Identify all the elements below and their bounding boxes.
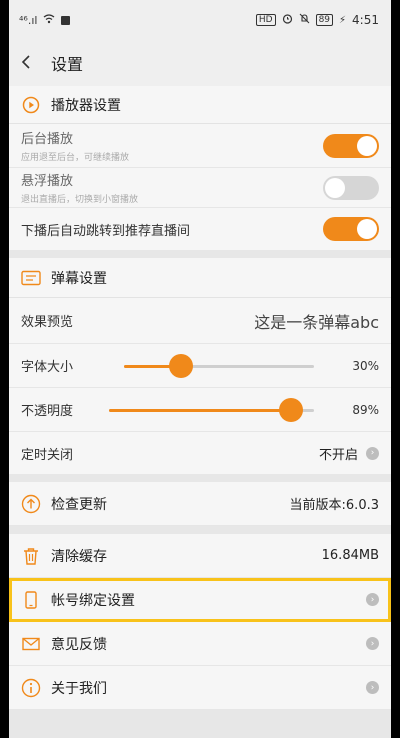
check-update-label: 检查更新 bbox=[51, 496, 107, 513]
timer-off-row[interactable]: 定时关闭 不开启 › bbox=[9, 432, 391, 474]
background-play-row: 后台播放 应用退至后台，可继续播放 bbox=[9, 124, 391, 168]
cache-size: 16.84MB bbox=[321, 548, 379, 563]
floating-play-toggle[interactable] bbox=[323, 175, 379, 200]
signal-text: ⁴⁶.ıl bbox=[19, 13, 38, 27]
account-binding-row[interactable]: 帐号绑定设置 › bbox=[9, 578, 391, 622]
alarm-icon bbox=[282, 13, 293, 27]
clock: 4:51 bbox=[352, 13, 379, 27]
background-play-desc: 应用退至后台，可继续播放 bbox=[21, 153, 130, 163]
mute-icon bbox=[299, 13, 310, 27]
info-icon bbox=[21, 678, 41, 698]
battery-indicator: 89 bbox=[315, 14, 334, 26]
status-bar: ⁴⁶.ıl HD 89 ⚡ 4:51 bbox=[9, 0, 391, 40]
about-label: 关于我们 bbox=[51, 680, 107, 697]
hd-badge: HD bbox=[255, 14, 276, 26]
charging-icon: ⚡ bbox=[339, 14, 347, 26]
font-size-value: 30% bbox=[352, 358, 379, 373]
player-settings-title: 播放器设置 bbox=[51, 97, 121, 114]
divider bbox=[9, 250, 391, 258]
opacity-slider[interactable] bbox=[109, 398, 314, 422]
preview-label: 效果预览 bbox=[21, 315, 74, 330]
preview-text: 这是一条弹幕abc bbox=[254, 312, 379, 332]
clear-cache-label: 清除缓存 bbox=[51, 548, 107, 565]
opacity-slider-thumb[interactable] bbox=[279, 398, 304, 422]
danmaku-icon bbox=[21, 268, 41, 288]
font-size-slider[interactable] bbox=[124, 354, 314, 378]
auto-jump-label: 下播后自动跳转到推荐直播间 bbox=[21, 223, 191, 239]
page-title: 设置 bbox=[51, 55, 84, 74]
player-settings-section: 播放器设置 后台播放 应用退至后台，可继续播放 悬浮播放 退出直播后，切换到小窗… bbox=[9, 86, 391, 250]
danmaku-settings-header: 弹幕设置 bbox=[9, 258, 391, 298]
page-header: 设置 bbox=[9, 40, 391, 86]
version-text: 当前版本:6.0.3 bbox=[289, 498, 379, 513]
font-size-slider-thumb[interactable] bbox=[169, 354, 193, 378]
wifi-icon bbox=[43, 13, 55, 27]
account-binding-label: 帐号绑定设置 bbox=[51, 592, 135, 609]
chevron-right-icon: › bbox=[366, 593, 379, 606]
chevron-left-icon[interactable] bbox=[21, 53, 43, 74]
check-update-row[interactable]: 检查更新 当前版本:6.0.3 bbox=[9, 482, 391, 526]
floating-play-desc: 退出直播后，切换到小窗播放 bbox=[21, 195, 139, 205]
divider bbox=[9, 526, 391, 534]
feedback-label: 意见反馈 bbox=[51, 636, 107, 653]
floating-play-label: 悬浮播放 bbox=[21, 174, 74, 189]
notification-icon bbox=[61, 15, 71, 25]
opacity-row: 不透明度 89% bbox=[9, 388, 391, 432]
chevron-right-icon: › bbox=[366, 446, 379, 460]
app-screen: ⁴⁶.ıl HD 89 ⚡ 4:51 设置 播放器设置 后台播放 应用退至后台，… bbox=[9, 0, 391, 738]
trash-icon bbox=[21, 546, 41, 566]
phone-icon bbox=[21, 590, 41, 610]
mail-icon bbox=[21, 634, 41, 654]
opacity-value: 89% bbox=[352, 402, 379, 417]
arrow-up-circle-icon bbox=[21, 494, 41, 514]
divider bbox=[9, 474, 391, 482]
feedback-row[interactable]: 意见反馈 › bbox=[9, 622, 391, 666]
opacity-label: 不透明度 bbox=[21, 404, 74, 419]
play-circle-icon bbox=[21, 95, 41, 115]
timer-off-value: 不开启 bbox=[318, 447, 358, 463]
danmaku-settings-section: 弹幕设置 效果预览 这是一条弹幕abc 字体大小 30% 不透明度 89% 定时… bbox=[9, 258, 391, 474]
clear-cache-row[interactable]: 清除缓存 16.84MB bbox=[9, 534, 391, 578]
bottom-spacer bbox=[9, 710, 391, 738]
floating-play-row: 悬浮播放 退出直播后，切换到小窗播放 bbox=[9, 168, 391, 208]
about-row[interactable]: 关于我们 › bbox=[9, 666, 391, 710]
font-size-label: 字体大小 bbox=[21, 360, 74, 375]
chevron-right-icon: › bbox=[366, 637, 379, 650]
auto-jump-row: 下播后自动跳转到推荐直播间 bbox=[9, 208, 391, 250]
background-play-toggle[interactable] bbox=[323, 133, 379, 158]
timer-off-label: 定时关闭 bbox=[21, 447, 74, 463]
auto-jump-toggle[interactable] bbox=[323, 217, 379, 241]
font-size-row: 字体大小 30% bbox=[9, 344, 391, 388]
danmaku-settings-title: 弹幕设置 bbox=[51, 270, 107, 287]
player-settings-header: 播放器设置 bbox=[9, 86, 391, 124]
preview-row: 效果预览 这是一条弹幕abc bbox=[9, 298, 391, 344]
background-play-label: 后台播放 bbox=[21, 132, 74, 147]
chevron-right-icon: › bbox=[366, 681, 379, 694]
